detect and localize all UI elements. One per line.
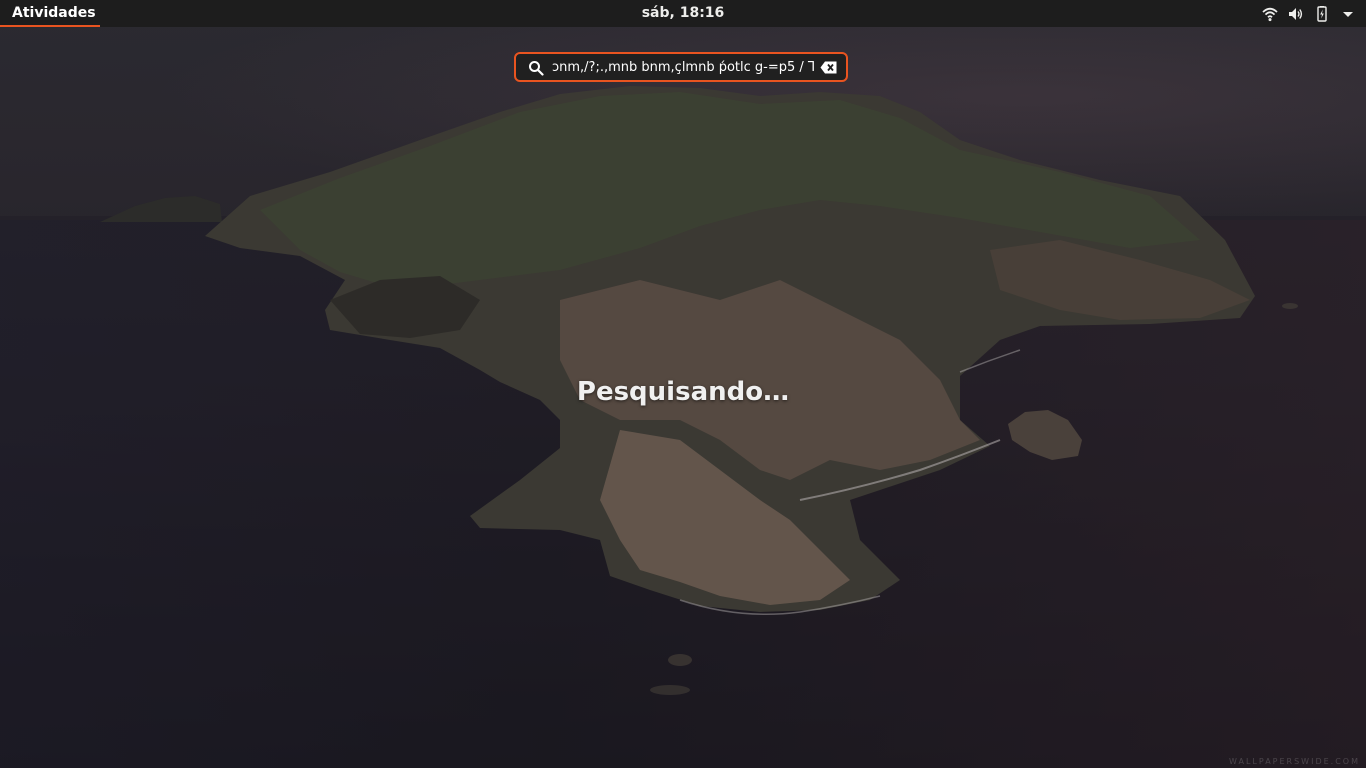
clock: sáb, 18:16: [0, 0, 1366, 27]
status-area[interactable]: [1262, 0, 1356, 27]
volume-icon[interactable]: [1288, 6, 1304, 22]
searching-status: Pesquisando…: [576, 377, 790, 407]
wallpaper-watermark: WALLPAPERSWIDE.COM: [1229, 757, 1360, 766]
search-icon: [529, 61, 544, 76]
activities-underline: [0, 25, 100, 27]
desktop-wallpaper: Atividades sáb, 18:16 ɔnm,/?;.,mnb bnm,ç…: [0, 0, 1366, 768]
search-input-value: ɔnm,/?;.,mnb bnm,çlmnb ṕotlc g-=p5 / Ꞁ: [552, 60, 816, 75]
wifi-icon[interactable]: [1262, 6, 1278, 22]
activities-button[interactable]: Atividades: [0, 0, 108, 27]
top-bar: Atividades sáb, 18:16: [0, 0, 1366, 27]
search-entry[interactable]: ɔnm,/?;.,mnb bnm,çlmnb ṕotlc g-=p5 / Ꞁ: [514, 52, 848, 82]
menu-arrow-icon[interactable]: [1340, 6, 1356, 22]
clock-button[interactable]: sáb, 18:16: [642, 5, 725, 21]
battery-charging-icon[interactable]: [1314, 5, 1330, 22]
activities-label: Atividades: [12, 5, 96, 21]
search-input[interactable]: ɔnm,/?;.,mnb bnm,çlmnb ṕotlc g-=p5 / Ꞁ: [552, 58, 818, 78]
clear-backspace-icon[interactable]: [820, 61, 837, 74]
